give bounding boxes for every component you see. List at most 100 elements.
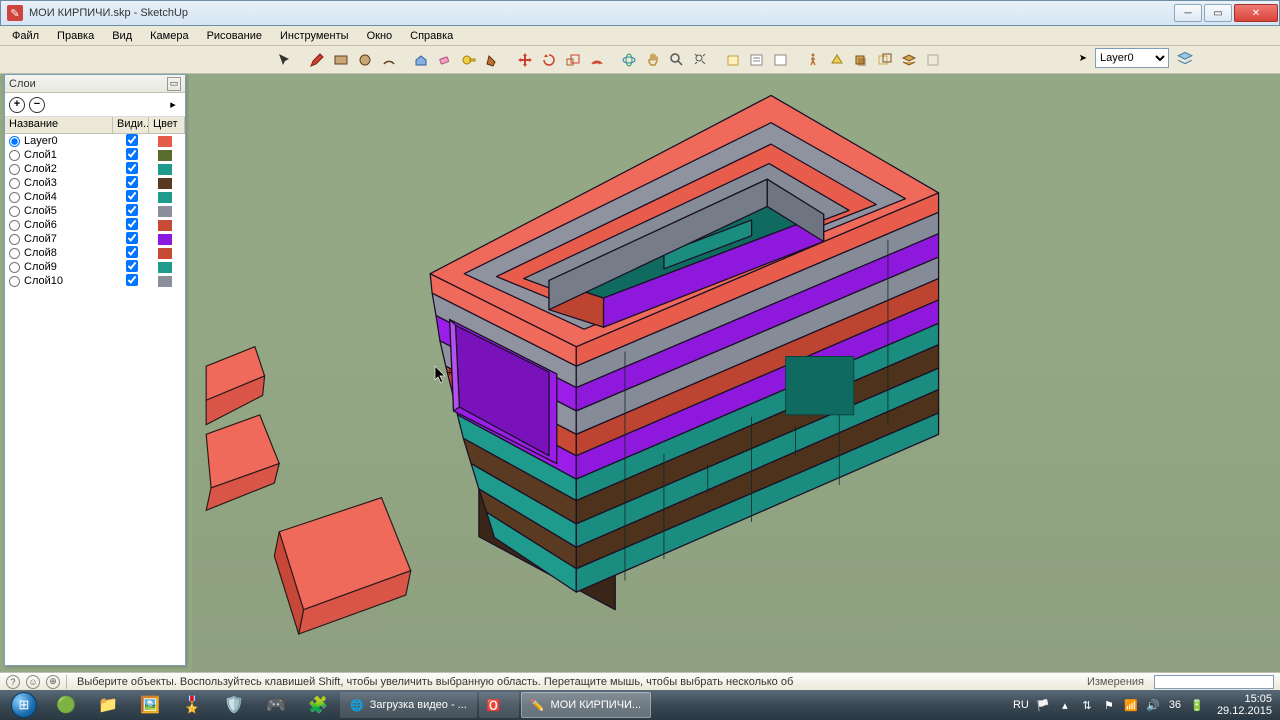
layer-color-swatch[interactable] xyxy=(158,220,172,231)
tray-lang[interactable]: RU xyxy=(1013,697,1029,713)
rotate-tool-icon[interactable] xyxy=(538,49,560,71)
add-layer-icon[interactable]: + xyxy=(9,97,25,113)
layers-header-visible[interactable]: Види... xyxy=(113,117,149,133)
text-tool-icon[interactable] xyxy=(770,49,792,71)
taskbar-task-opera[interactable]: 🅾️ xyxy=(479,692,519,718)
3d-viewport[interactable]: + xyxy=(192,74,1280,672)
layer-active-radio[interactable] xyxy=(9,220,20,231)
tray-volume-icon[interactable]: 🔊 xyxy=(1145,697,1161,713)
layer-color-swatch[interactable] xyxy=(158,150,172,161)
measure-input[interactable] xyxy=(1154,675,1274,689)
layer-visible-checkbox[interactable] xyxy=(126,148,138,160)
arc-tool-icon[interactable] xyxy=(378,49,400,71)
menu-view[interactable]: Вид xyxy=(104,28,140,44)
layer-color-swatch[interactable] xyxy=(158,164,172,175)
layer-row[interactable]: Слой8 xyxy=(5,246,185,260)
taskbar-task-sketchup[interactable]: ✏️ МОИ КИРПИЧИ... xyxy=(521,692,651,718)
layer-row[interactable]: Слой2 xyxy=(5,162,185,176)
layers-header-color[interactable]: Цвет xyxy=(149,117,185,133)
layer-row[interactable]: Слой3 xyxy=(5,176,185,190)
status-user-icon[interactable]: ☺ xyxy=(26,675,40,689)
layer-options-icon[interactable]: ▸ xyxy=(165,97,181,113)
menu-help[interactable]: Справка xyxy=(402,28,461,44)
eraser-tool-icon[interactable] xyxy=(434,49,456,71)
layer-visible-checkbox[interactable] xyxy=(126,204,138,216)
dimension-tool-icon[interactable] xyxy=(746,49,768,71)
status-geo-icon[interactable]: ⊕ xyxy=(46,675,60,689)
layers-tool-icon[interactable] xyxy=(898,49,920,71)
scale-tool-icon[interactable] xyxy=(562,49,584,71)
taskbar-pin-3-icon[interactable]: 🖼️ xyxy=(130,692,170,718)
menu-window[interactable]: Окно xyxy=(359,28,401,44)
paint-tool-icon[interactable] xyxy=(482,49,504,71)
rectangle-tool-icon[interactable] xyxy=(330,49,352,71)
tray-action-icon[interactable]: ⚑ xyxy=(1101,697,1117,713)
layers-header-name[interactable]: Название xyxy=(5,117,113,133)
layer-row[interactable]: Слой10 xyxy=(5,274,185,288)
layer-active-radio[interactable] xyxy=(9,192,20,203)
layers-panel-close-icon[interactable]: ▭ xyxy=(167,77,181,91)
layer-active-radio[interactable] xyxy=(9,136,20,147)
layer-select[interactable]: Layer0 xyxy=(1095,48,1169,68)
tray-flag-icon[interactable]: 🏳️ xyxy=(1035,697,1051,713)
layer-color-swatch[interactable] xyxy=(158,234,172,245)
layer-active-radio[interactable] xyxy=(9,248,20,259)
pan-tool-icon[interactable] xyxy=(642,49,664,71)
layer-color-swatch[interactable] xyxy=(158,248,172,259)
layer-row[interactable]: Layer0 xyxy=(5,134,185,148)
layer-active-radio[interactable] xyxy=(9,206,20,217)
layer-active-radio[interactable] xyxy=(9,150,20,161)
layer-color-swatch[interactable] xyxy=(158,262,172,273)
layer-visible-checkbox[interactable] xyxy=(126,162,138,174)
zoom-tool-icon[interactable] xyxy=(666,49,688,71)
menu-camera[interactable]: Камера xyxy=(142,28,196,44)
layer-visible-checkbox[interactable] xyxy=(126,218,138,230)
layer-visible-checkbox[interactable] xyxy=(126,274,138,286)
layer-visible-checkbox[interactable] xyxy=(126,176,138,188)
shadows-tool-icon[interactable] xyxy=(850,49,872,71)
minimize-button[interactable]: ─ xyxy=(1174,4,1202,22)
layer-visible-checkbox[interactable] xyxy=(126,134,138,146)
taskbar-pin-2-icon[interactable]: 📁 xyxy=(88,692,128,718)
layer-color-swatch[interactable] xyxy=(158,136,172,147)
layer-active-radio[interactable] xyxy=(9,234,20,245)
menu-draw[interactable]: Рисование xyxy=(199,28,270,44)
walk-tool-icon[interactable] xyxy=(802,49,824,71)
zoom-extents-tool-icon[interactable] xyxy=(690,49,712,71)
layer-visible-checkbox[interactable] xyxy=(126,246,138,258)
status-help-icon[interactable]: ? xyxy=(6,675,20,689)
layer-row[interactable]: Слой4 xyxy=(5,190,185,204)
tray-battery-icon[interactable]: 🔋 xyxy=(1189,697,1205,713)
maximize-button[interactable]: ▭ xyxy=(1204,4,1232,22)
select-tool-icon[interactable] xyxy=(274,49,296,71)
layer-color-swatch[interactable] xyxy=(158,178,172,189)
layers-panel-title[interactable]: Слои ▭ xyxy=(5,75,185,93)
close-button[interactable]: ✕ xyxy=(1234,4,1278,22)
layer-row[interactable]: Слой7 xyxy=(5,232,185,246)
taskbar-pin-1-icon[interactable]: 🟢 xyxy=(46,692,86,718)
layer-row[interactable]: Слой9 xyxy=(5,260,185,274)
layer-color-swatch[interactable] xyxy=(158,192,172,203)
circle-tool-icon[interactable] xyxy=(354,49,376,71)
section-tool-icon[interactable] xyxy=(826,49,848,71)
layer-row[interactable]: Слой6 xyxy=(5,218,185,232)
taskbar-pin-7-icon[interactable]: 🧩 xyxy=(298,692,338,718)
taskbar-pin-4-icon[interactable]: 🎖️ xyxy=(172,692,212,718)
layer-visible-checkbox[interactable] xyxy=(126,232,138,244)
layer-active-radio[interactable] xyxy=(9,178,20,189)
menu-tools[interactable]: Инструменты xyxy=(272,28,357,44)
layer-visible-checkbox[interactable] xyxy=(126,190,138,202)
taskbar-pin-6-icon[interactable]: 🎮 xyxy=(256,692,296,718)
tray-up-icon[interactable]: ▴ xyxy=(1057,697,1073,713)
offset-tool-icon[interactable] xyxy=(586,49,608,71)
taskbar-task-chrome[interactable]: 🌐 Загрузка видео - ... xyxy=(340,692,477,718)
pushpull-tool-icon[interactable] xyxy=(410,49,432,71)
pencil-tool-icon[interactable] xyxy=(306,49,328,71)
layer-active-radio[interactable] xyxy=(9,276,20,287)
orbit-tool-icon[interactable] xyxy=(618,49,640,71)
tape-tool-icon[interactable] xyxy=(458,49,480,71)
layer-manager-icon[interactable] xyxy=(1175,48,1195,68)
tray-network-icon[interactable]: ⇅ xyxy=(1079,697,1095,713)
layer-active-radio[interactable] xyxy=(9,262,20,273)
outliner-tool-icon[interactable] xyxy=(874,49,896,71)
